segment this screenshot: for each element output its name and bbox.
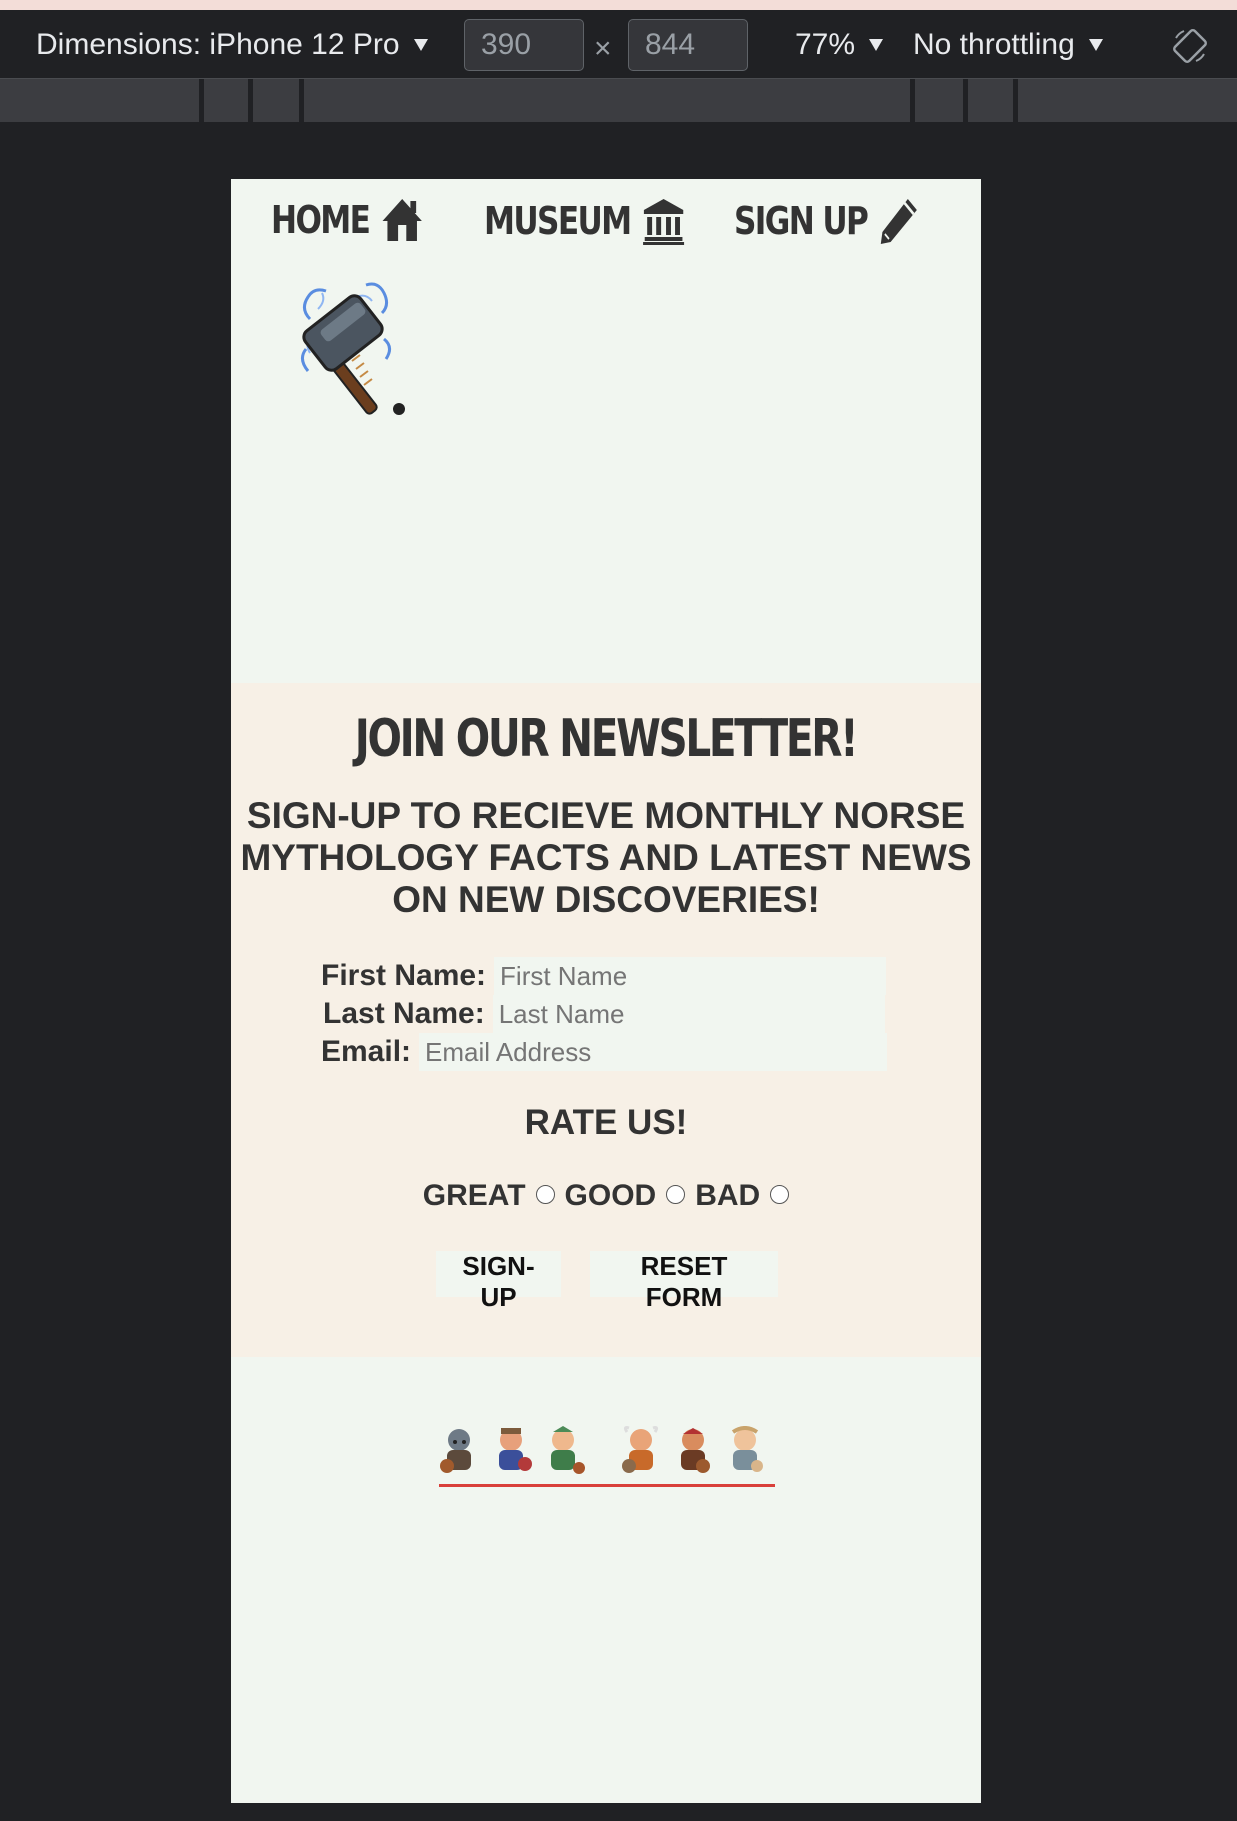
device-viewport: HOME MUSEUM SIGN UP JOIN OUR NEWSLETTER!… — [231, 179, 981, 1803]
pencil-icon — [881, 199, 918, 244]
zoom-label: 77% — [795, 28, 856, 61]
nav-museum[interactable]: MUSEUM — [484, 197, 685, 245]
subtitle-line-1: SIGN-UP TO RECIEVE MONTHLY NORSE — [246, 795, 966, 836]
last-name-row: Last Name: — [323, 995, 885, 1033]
viking-figure — [731, 1426, 763, 1472]
subtitle-line-3: ON NEW DISCOVERIES! — [392, 879, 820, 920]
email-label: Email: — [321, 1035, 412, 1068]
times-separator: × — [594, 32, 612, 65]
rotate-icon[interactable] — [1172, 28, 1208, 64]
nav-signup-label: SIGN UP — [734, 199, 869, 243]
home-icon — [382, 199, 422, 241]
rating-good-radio[interactable] — [666, 1184, 686, 1204]
viking-figure — [681, 1428, 710, 1473]
viking-figure — [440, 1429, 471, 1473]
museum-icon — [642, 199, 684, 245]
nav-home[interactable]: HOME — [271, 197, 423, 243]
last-name-input[interactable] — [492, 995, 885, 1033]
throttling-label: No throttling — [913, 28, 1075, 61]
newsletter-section: JOIN OUR NEWSLETTER! SIGN-UP TO RECIEVE … — [231, 683, 981, 1357]
rating-good-label: GOOD — [564, 1179, 657, 1212]
nav-museum-label: MUSEUM — [484, 199, 632, 243]
rating-bad-radio[interactable] — [770, 1184, 790, 1204]
reset-form-button[interactable]: RESET FORM — [590, 1251, 778, 1312]
width-input[interactable] — [464, 19, 584, 71]
subtitle-line-2: MYTHOLOGY FACTS AND LATEST NEWS — [240, 837, 972, 878]
viking-figure — [551, 1426, 585, 1474]
thor-hammer-logo — [301, 282, 405, 415]
signup-button[interactable]: SIGN-UP — [436, 1251, 561, 1312]
main-nav: HOME MUSEUM SIGN UP — [231, 179, 981, 264]
rating-great-radio[interactable] — [535, 1184, 555, 1204]
dimensions-label: Dimensions: iPhone 12 Pro — [36, 28, 400, 61]
rating-bad-label: BAD — [695, 1179, 761, 1212]
first-name-label: First Name: — [321, 959, 487, 992]
dimensions-dropdown[interactable]: Dimensions: iPhone 12 Pro — [36, 28, 428, 62]
first-name-row: First Name: — [321, 957, 887, 995]
zoom-dropdown[interactable]: 77% — [795, 28, 884, 62]
last-name-label: Last Name: — [323, 997, 485, 1030]
nav-signup[interactable]: SIGN UP — [734, 197, 920, 245]
rate-title: RATE US! — [524, 1103, 688, 1142]
viking-figure — [622, 1426, 659, 1473]
newsletter-subtitle: SIGN-UP TO RECIEVE MONTHLY NORSE MYTHOLO… — [231, 795, 981, 921]
vikings-footer-art — [437, 1426, 777, 1486]
vikings-underline — [439, 1484, 775, 1487]
nav-home-label: HOME — [271, 198, 371, 242]
media-query-bar[interactable] — [0, 79, 1237, 122]
height-input[interactable] — [628, 19, 748, 71]
chevron-down-icon — [413, 39, 428, 51]
email-input[interactable] — [419, 1033, 888, 1071]
chevron-down-icon — [1088, 39, 1103, 51]
device-toolbar: Dimensions: iPhone 12 Pro × 77% No throt… — [0, 10, 1237, 79]
window-top-border — [0, 0, 1237, 10]
viking-figure — [499, 1428, 532, 1471]
rating-group: GREAT GOOD BAD — [231, 1179, 981, 1213]
newsletter-title: JOIN OUR NEWSLETTER! — [355, 709, 859, 769]
first-name-input[interactable] — [494, 957, 887, 995]
throttling-dropdown[interactable]: No throttling — [913, 28, 1103, 62]
email-row: Email: — [321, 1033, 888, 1071]
chevron-down-icon — [869, 39, 884, 51]
rating-great-label: GREAT — [422, 1179, 526, 1212]
